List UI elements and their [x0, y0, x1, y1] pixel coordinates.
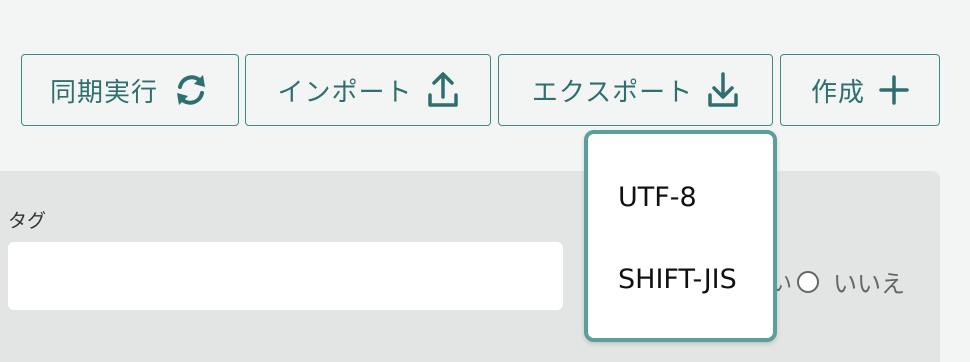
radio-no-circle[interactable]	[797, 270, 819, 293]
import-button-label: インポート	[277, 77, 413, 108]
create-button[interactable]: 作成	[780, 54, 940, 126]
create-button-label: 作成	[810, 77, 865, 108]
export-button[interactable]: エクスポート	[498, 54, 773, 126]
sync-button-label: 同期実行	[49, 77, 158, 108]
upload-icon	[427, 71, 459, 109]
export-encoding-menu: UTF-8 SHIFT-JIS	[584, 130, 777, 342]
radio-option-no[interactable]: いいえ	[797, 264, 905, 299]
tag-input[interactable]	[8, 242, 563, 310]
sync-button[interactable]: 同期実行	[21, 54, 239, 126]
tag-field-label: タグ	[8, 210, 47, 232]
sync-icon	[172, 71, 210, 109]
download-icon	[707, 71, 739, 109]
import-button[interactable]: インポート	[245, 54, 491, 126]
menu-item-utf8[interactable]: UTF-8	[618, 182, 697, 213]
plus-icon	[879, 75, 909, 105]
menu-item-shift-jis[interactable]: SHIFT-JIS	[618, 264, 737, 295]
export-button-label: エクスポート	[531, 77, 694, 108]
radio-no-label: いいえ	[833, 270, 905, 298]
